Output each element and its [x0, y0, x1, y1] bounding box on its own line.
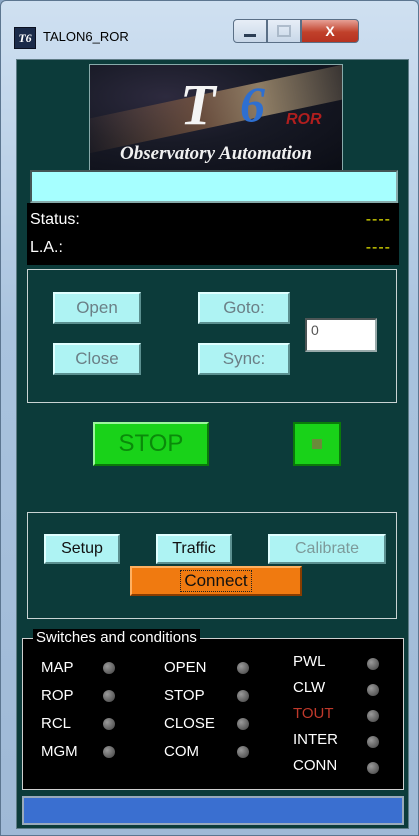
close-icon: X [325, 23, 335, 39]
roof-control-panel: Open Close Goto: Sync: 0 [27, 269, 397, 403]
switch-label-rop: ROP [41, 687, 74, 704]
led-indicator-icon [312, 439, 322, 449]
bottom-status-bar [22, 796, 404, 825]
close-indicator-icon [237, 718, 249, 730]
switch-label-pwl: PWL [293, 653, 326, 670]
position-input[interactable]: 0 [305, 318, 377, 352]
switch-label-open: OPEN [164, 659, 207, 676]
status-value: ---- [365, 211, 391, 228]
connect-label: Connect [180, 570, 252, 592]
switch-label-com: COM [164, 743, 199, 760]
message-field[interactable] [30, 170, 398, 203]
window-title: TALON6_ROR [43, 29, 129, 44]
switch-label-clw: CLW [293, 679, 326, 696]
com-indicator-icon [237, 746, 249, 758]
rcl-indicator-icon [103, 718, 115, 730]
app-icon: T6 [14, 27, 36, 49]
app-window: T6 TALON6_ROR X T 6 ROR Observatory Auto… [0, 0, 419, 836]
sync-button[interactable]: Sync: [198, 343, 290, 375]
switch-label-rcl: RCL [41, 715, 72, 732]
stop-indicator-icon [237, 690, 249, 702]
close-button[interactable]: Close [53, 343, 141, 375]
conn-indicator-icon [367, 762, 379, 774]
switch-label-stop: STOP [164, 687, 205, 704]
la-label: L.A.: [30, 239, 63, 256]
stop-button[interactable]: STOP [93, 422, 209, 466]
switch-label-inter: INTER [293, 731, 338, 748]
open-indicator-icon [237, 662, 249, 674]
switches-legend: Switches and conditions [33, 629, 200, 646]
logo-t-letter: T [180, 72, 216, 137]
status-box: Status: ---- L.A.: ---- [27, 203, 399, 265]
logo-six: 6 [240, 76, 265, 132]
inter-indicator-icon [367, 736, 379, 748]
switch-label-conn: CONN [293, 757, 338, 774]
maximize-button[interactable] [267, 19, 301, 43]
switch-label-mgm: MGM [41, 743, 78, 760]
title-bar[interactable]: T6 TALON6_ROR X [1, 1, 418, 59]
logo-tagline: Observatory Automation [120, 143, 312, 164]
open-button[interactable]: Open [53, 292, 141, 324]
goto-button[interactable]: Goto: [198, 292, 290, 324]
map-indicator-icon [103, 662, 115, 674]
status-led-button[interactable] [293, 422, 341, 466]
minimize-icon [244, 33, 256, 37]
status-label: Status: [30, 211, 80, 228]
talon6-logo: T 6 ROR Observatory Automation [89, 64, 343, 172]
logo-ror: ROR [286, 111, 322, 128]
tout-indicator-icon [367, 710, 379, 722]
close-window-button[interactable]: X [301, 19, 359, 43]
switches-group: Switches and conditions MAP ROP RCL MGM … [22, 629, 404, 790]
switch-label-close: CLOSE [164, 715, 215, 732]
la-value: ---- [365, 239, 391, 256]
minimize-button[interactable] [233, 19, 267, 43]
switch-label-map: MAP [41, 659, 74, 676]
rop-indicator-icon [103, 690, 115, 702]
setup-button[interactable]: Setup [44, 534, 120, 564]
client-area: T 6 ROR Observatory Automation Status: -… [16, 59, 409, 829]
connect-button[interactable]: Connect [130, 566, 302, 596]
traffic-button[interactable]: Traffic [156, 534, 232, 564]
calibrate-button[interactable]: Calibrate [268, 534, 386, 564]
clw-indicator-icon [367, 684, 379, 696]
caption-buttons: X [233, 19, 359, 45]
switch-label-tout: TOUT [293, 705, 334, 722]
mgm-indicator-icon [103, 746, 115, 758]
maximize-icon [277, 25, 291, 37]
pwl-indicator-icon [367, 658, 379, 670]
